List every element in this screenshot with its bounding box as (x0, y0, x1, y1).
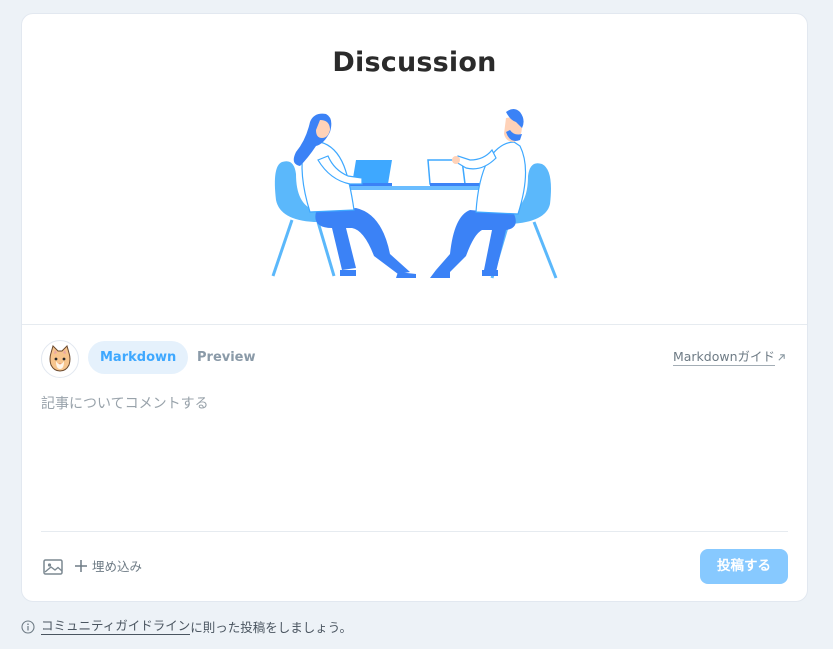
two-people-at-table-illustration (271, 109, 558, 279)
editor-divider (41, 531, 788, 532)
embed-label: 埋め込み (92, 559, 143, 574)
tab-preview[interactable]: Preview (185, 341, 268, 374)
markdown-guide-link[interactable]: Markdownガイド (672, 349, 786, 366)
info-icon (21, 619, 35, 634)
discussion-hero: Discussion (22, 14, 807, 325)
discussion-card: Discussion Markdown Preview Markdownガイド … (21, 13, 808, 602)
submit-button[interactable]: 投稿する (700, 549, 788, 584)
comment-input[interactable] (41, 394, 790, 526)
community-guideline-link[interactable]: コミュニティガイドライン (41, 618, 191, 635)
plus-icon (75, 559, 87, 572)
image-icon[interactable] (42, 557, 64, 577)
guideline-suffix-text: に則った投稿をしましょう。 (190, 620, 353, 635)
community-guideline-note: コミュニティガイドライン に則った投稿をしましょう。 (21, 617, 352, 636)
cat-avatar-icon (41, 340, 79, 378)
embed-button[interactable]: 埋め込み (74, 556, 142, 575)
discussion-title: Discussion (332, 47, 497, 78)
external-link-icon (778, 354, 785, 361)
markdown-guide-label: Markdownガイド (672, 349, 775, 366)
tab-markdown[interactable]: Markdown (88, 341, 189, 374)
